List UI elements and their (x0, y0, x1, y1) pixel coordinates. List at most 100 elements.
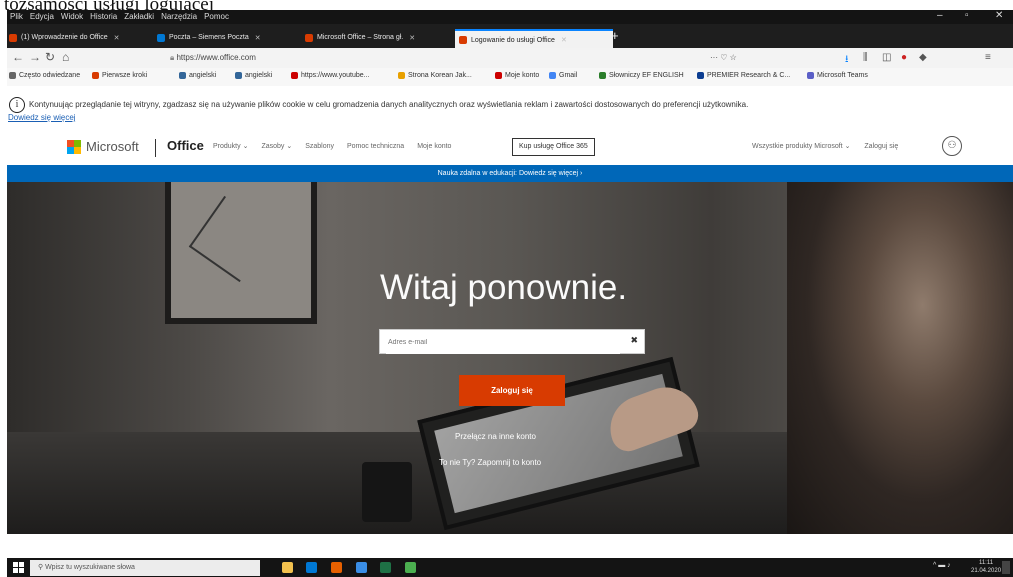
tab-favicon-icon (459, 36, 467, 44)
back-icon[interactable]: ← (12, 50, 24, 64)
learn-more-link[interactable]: Dowiedz się więcej (8, 113, 76, 122)
bookmark-item[interactable]: Gmail (549, 72, 577, 79)
bookmark-favicon-icon (599, 72, 606, 79)
signin-link[interactable]: Zaloguj się (864, 143, 898, 150)
bookmark-item[interactable]: https://www.youtube... (291, 72, 369, 79)
signin-button[interactable]: Zaloguj się (459, 375, 565, 406)
office-nav-link[interactable]: Produkty ⌄ (213, 143, 248, 150)
office-nav-link[interactable]: Moje konto (417, 143, 451, 150)
bookmark-favicon-icon (807, 72, 814, 79)
system-tray[interactable]: ^ ▬ ♪ (933, 562, 951, 569)
microsoft-brand[interactable]: Microsoft (86, 139, 139, 154)
office-nav-link[interactable]: Pomoc techniczna (347, 143, 404, 150)
bookmark-label: Strona Korean Jak... (408, 72, 472, 79)
tab-favicon-icon (9, 33, 17, 42)
microsoft-logo-icon[interactable] (67, 140, 81, 154)
browser-menu-bar: Plik Edycja Widok Historia Zakładki Narzędzia… (7, 10, 1013, 24)
bookmark-label: https://www.youtube... (301, 72, 370, 79)
bookmark-item[interactable]: Pierwsze kroki (92, 72, 147, 79)
firefox-icon[interactable] (331, 562, 342, 573)
url-text: https://www.office.com (176, 53, 256, 62)
library-icon[interactable]: ⫼ (863, 52, 868, 63)
show-desktop-button[interactable] (1002, 561, 1010, 574)
bookmark-favicon-icon (291, 72, 298, 79)
clock-time: 11:11 (978, 560, 994, 566)
browser-tab[interactable]: Logowanie do usługi Office ✕ (455, 29, 613, 49)
clear-email-icon[interactable]: ✖ (630, 335, 638, 346)
close-icon[interactable]: ✕ (995, 10, 1003, 21)
office-nav-link[interactable]: Zasoby ⌄ (261, 143, 292, 150)
bookmark-item[interactable]: Moje konto (495, 72, 539, 79)
all-products-menu[interactable]: Wszystkie produkty Microsoft ⌄ Zaloguj s… (752, 142, 898, 150)
tab-label: (1) Wprowadzenie do Office (21, 34, 108, 41)
taskbar-search-input[interactable]: ⚲ Wpisz tu wyszukiwane słowa (30, 560, 260, 576)
menu-item[interactable]: Narzędzia (161, 12, 197, 21)
forget-account-link[interactable]: To nie Ty? Zapomnij to konto (439, 458, 541, 467)
chrome-icon[interactable] (405, 562, 416, 573)
page-bottom (7, 534, 1013, 558)
cookie-text: Kontynuując przeglądanie tej witryny, zg… (29, 100, 749, 109)
tab-close-icon[interactable]: ✕ (255, 34, 261, 42)
download-icon[interactable]: ⭳ (845, 52, 849, 69)
windows-taskbar: ⚲ Wpisz tu wyszukiwane słowa ^ ▬ ♪ 11:11… (7, 558, 1013, 577)
info-banner[interactable]: Nauka zdalna w edukacji: Dowiedz się wię… (7, 165, 1013, 182)
bookmark-item[interactable]: angielski (179, 72, 216, 79)
tab-close-icon[interactable]: ✕ (114, 34, 120, 42)
reload-icon[interactable]: ↻ (45, 50, 55, 64)
file-explorer-icon[interactable] (282, 562, 293, 573)
forward-icon[interactable]: → (29, 50, 41, 64)
taskbar-search-placeholder: Wpisz tu wyszukiwane słowa (45, 564, 135, 571)
mail-icon[interactable] (306, 562, 317, 573)
menu-icon[interactable]: ≡ (985, 52, 991, 63)
bookmark-favicon-icon (92, 72, 99, 79)
bookmark-item[interactable]: Strona Korean Jak... (398, 72, 472, 79)
switch-account-link[interactable]: Przełącz na inne konto (455, 432, 536, 441)
bookmark-favicon-icon (495, 72, 502, 79)
office-nav-link[interactable]: Szablony (305, 143, 334, 150)
sidebar-icon[interactable]: ◫ (882, 52, 891, 63)
store-icon[interactable] (356, 562, 367, 573)
url-actions[interactable]: ··· ♡ ☆ (710, 51, 737, 65)
email-field[interactable] (386, 331, 620, 354)
menu-item[interactable]: Edycja (30, 12, 54, 21)
browser-tab[interactable]: Microsoft Office – Strona gł. ✕ (305, 29, 445, 46)
tab-label: Poczta – Siemens Poczta (169, 34, 249, 41)
menu-item[interactable]: Plik (10, 12, 23, 21)
bookmark-item[interactable]: Słowniczy EF ENGLISH (599, 72, 684, 79)
windows-start-icon[interactable] (13, 562, 24, 573)
menu-item[interactable]: Widok (61, 12, 83, 21)
maximize-icon[interactable]: ▫ (965, 10, 969, 21)
person-photo (787, 182, 1013, 534)
menu-items: Plik Edycja Widok Historia Zakładki Narzędzia… (10, 12, 236, 21)
extension-icon[interactable]: ● (901, 52, 907, 63)
extension-icon-2[interactable]: ◆ (919, 52, 927, 63)
tab-close-icon[interactable]: ✕ (561, 36, 567, 44)
bookmark-favicon-icon (697, 72, 704, 79)
bookmark-label: angielski (189, 72, 217, 79)
home-icon[interactable]: ⌂ (62, 50, 69, 64)
excel-icon[interactable] (380, 562, 391, 573)
buy-office-button[interactable]: Kup usługę Office 365 (512, 138, 595, 156)
tab-close-icon[interactable]: ✕ (409, 34, 415, 42)
email-field-container: ✖ (379, 329, 645, 354)
minimize-icon[interactable]: – (937, 10, 943, 21)
tab-strip: + (1) Wprowadzenie do Office ✕ Poczta – Si… (7, 24, 1013, 49)
bookmark-label: PREMIER Research & C... (707, 72, 791, 79)
bookmark-favicon-icon (398, 72, 405, 79)
menu-item[interactable]: Zakładki (124, 12, 154, 21)
bookmark-item[interactable]: Microsoft Teams (807, 72, 868, 79)
bookmark-item[interactable]: PREMIER Research & C... (697, 72, 790, 79)
bookmark-label: Słowniczy EF ENGLISH (609, 72, 684, 79)
browser-tab[interactable]: Poczta – Siemens Poczta ✕ (157, 29, 297, 46)
bookmark-item[interactable]: angielski (235, 72, 272, 79)
taskbar-clock[interactable]: 11:11 21.04.2020 (971, 559, 1001, 575)
user-avatar-icon[interactable]: ⚇ (942, 136, 962, 156)
office-product-title[interactable]: Office (167, 138, 204, 153)
welcome-heading: Witaj ponownie. (380, 268, 628, 307)
bookmark-item[interactable]: Często odwiedzane (9, 72, 80, 79)
menu-item[interactable]: Historia (90, 12, 117, 21)
browser-tab[interactable]: (1) Wprowadzenie do Office ✕ (9, 29, 149, 46)
menu-item[interactable]: Pomoc (204, 12, 229, 21)
address-bar[interactable]: 🔒︎ https://www.office.com ··· ♡ ☆ (170, 51, 770, 65)
bookmark-label: angielski (245, 72, 273, 79)
